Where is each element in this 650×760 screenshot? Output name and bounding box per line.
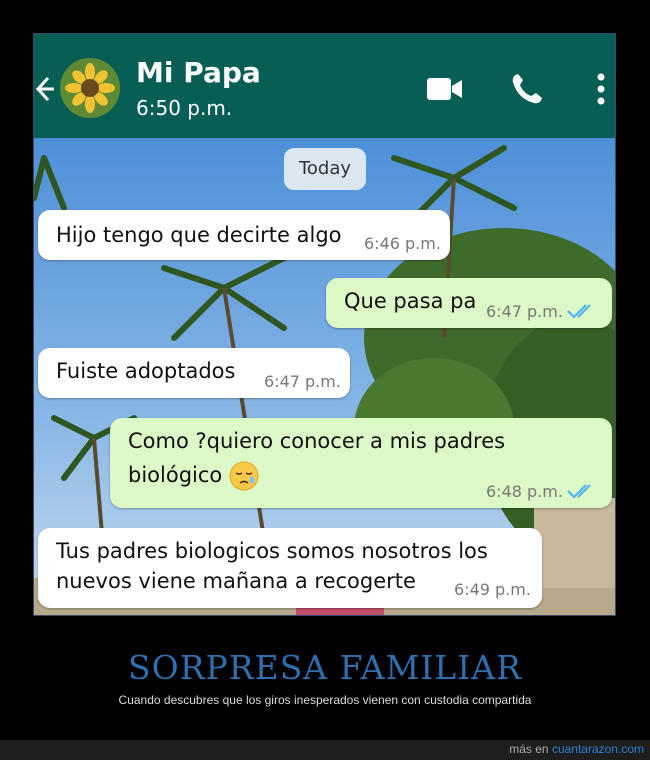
footer-site-link[interactable]: cuantarazon.com bbox=[552, 742, 644, 756]
sunflower-avatar-image bbox=[60, 58, 120, 118]
message-time: 6:46 p.m. bbox=[364, 234, 441, 253]
more-options-icon[interactable] bbox=[596, 72, 606, 106]
message-text-line-2-wrap: biológico bbox=[128, 458, 259, 492]
video-call-icon[interactable] bbox=[426, 76, 464, 102]
message-time: 6:48 p.m. bbox=[486, 482, 563, 501]
message-text-line-1: Tus padres biologicos somos nosotros los bbox=[56, 539, 488, 563]
read-ticks-icon bbox=[567, 484, 591, 499]
footer-bar: más en cuantarazon.com bbox=[0, 740, 650, 760]
footer-prefix: más en bbox=[509, 742, 552, 756]
read-ticks-icon bbox=[567, 304, 591, 319]
back-arrow-icon[interactable] bbox=[34, 74, 54, 104]
meme-title: SORPRESA FAMILIAR bbox=[128, 648, 522, 687]
message-bubble-outgoing[interactable]: Como ?quiero conocer a mis padres biológ… bbox=[110, 418, 612, 508]
message-bubble-incoming[interactable]: Fuiste adoptados 6:47 p.m. bbox=[38, 348, 350, 398]
sleepy-face-emoji-icon bbox=[229, 461, 259, 491]
message-bubble-incoming[interactable]: Hijo tengo que decirte algo 6:46 p.m. bbox=[38, 210, 450, 260]
contact-avatar[interactable] bbox=[60, 58, 120, 118]
date-chip: Today bbox=[284, 148, 366, 190]
message-text: Que pasa pa bbox=[344, 289, 477, 313]
contact-name[interactable]: Mi Papa bbox=[136, 56, 261, 89]
message-time: 6:47 p.m. bbox=[264, 372, 341, 391]
message-text-line-2: biológico bbox=[128, 463, 223, 487]
chat-header: Mi Papa 6:50 p.m. bbox=[34, 34, 615, 138]
message-bubble-incoming[interactable]: Tus padres biologicos somos nosotros los… bbox=[38, 528, 542, 608]
message-text-line-2: nuevos viene mañana a recogerte bbox=[56, 569, 416, 593]
message-time: 6:47 p.m. bbox=[486, 302, 563, 321]
message-text: Fuiste adoptados bbox=[56, 359, 236, 383]
message-text-line-1: Como ?quiero conocer a mis padres bbox=[128, 429, 506, 453]
last-seen-status: 6:50 p.m. bbox=[136, 96, 233, 120]
message-time: 6:49 p.m. bbox=[454, 580, 531, 599]
phone-icon[interactable] bbox=[510, 72, 544, 106]
message-bubble-outgoing[interactable]: Que pasa pa 6:47 p.m. bbox=[326, 278, 612, 328]
chat-screenshot: Today Hijo tengo que decirte algo 6:46 p… bbox=[33, 33, 616, 616]
meme-subtitle: Cuando descubres que los giros inesperad… bbox=[118, 693, 532, 707]
message-text: Hijo tengo que decirte algo bbox=[56, 223, 342, 247]
footer-credit: más en cuantarazon.com bbox=[509, 742, 644, 756]
chat-area: Today Hijo tengo que decirte algo 6:46 p… bbox=[34, 138, 615, 615]
